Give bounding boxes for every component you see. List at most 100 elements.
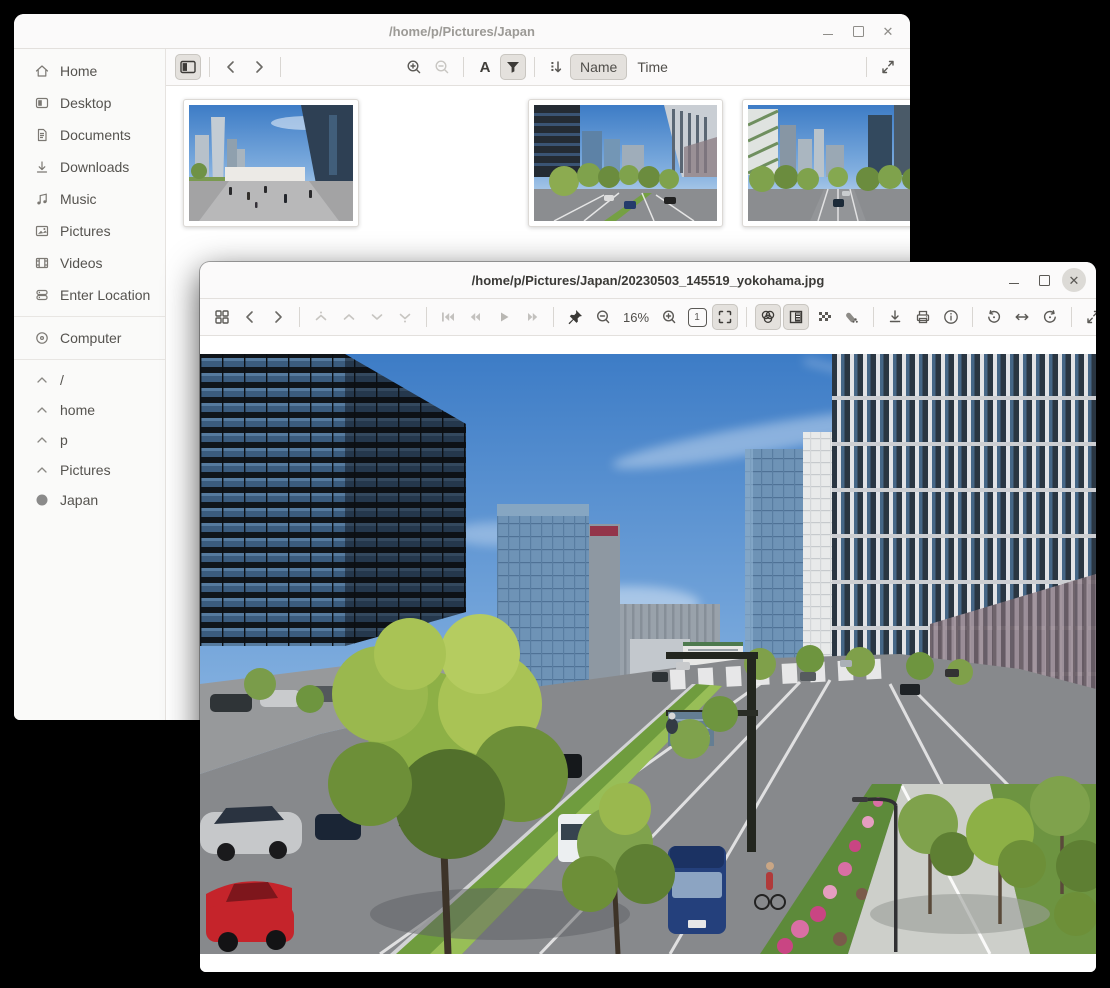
- actual-size-button[interactable]: 1: [684, 304, 710, 330]
- brush-icon: [843, 308, 861, 326]
- tree-item-p[interactable]: p: [14, 425, 165, 455]
- rotate-cw-button[interactable]: [1037, 304, 1063, 330]
- sort-by-time-button[interactable]: Time: [627, 54, 678, 80]
- sidebar-item-home[interactable]: Home: [14, 55, 165, 87]
- thumbnail-card[interactable]: [742, 99, 910, 227]
- chevron-right-icon: [250, 58, 268, 76]
- grid-icon: [213, 308, 231, 326]
- sidebar-item-pictures[interactable]: Pictures: [14, 215, 165, 247]
- fm-titlebar[interactable]: /home/p/Pictures/Japan ✕: [14, 14, 910, 49]
- zoom-out-button[interactable]: [429, 54, 455, 80]
- toolbar-separator: [553, 307, 554, 327]
- sidebar-item-downloads[interactable]: Downloads: [14, 151, 165, 183]
- home-icon: [34, 63, 50, 79]
- sort-order-button[interactable]: [543, 54, 569, 80]
- next-file-button[interactable]: [364, 304, 390, 330]
- next-image-button[interactable]: [265, 304, 291, 330]
- iv-maximize-button[interactable]: [1032, 268, 1056, 292]
- frame-border-button[interactable]: [783, 304, 809, 330]
- rotate-ccw-button[interactable]: [981, 304, 1007, 330]
- iv-toolbar: 16% 1: [200, 299, 1096, 336]
- thumbnail-card[interactable]: [183, 99, 359, 227]
- sidebar-item-computer[interactable]: Computer: [14, 322, 165, 354]
- previous-image-button[interactable]: [237, 304, 263, 330]
- toolbar-separator: [426, 307, 427, 327]
- pin-toolbar-button[interactable]: [562, 304, 588, 330]
- iv-minimize-button[interactable]: [1002, 268, 1026, 292]
- filter-button[interactable]: [500, 54, 526, 80]
- slideshow-play-button[interactable]: [491, 304, 517, 330]
- filter-funnel-icon: [504, 58, 522, 76]
- color-adjust-button[interactable]: [755, 304, 781, 330]
- iv-close-button[interactable]: ✕: [1062, 268, 1086, 292]
- rewind-icon: [467, 308, 485, 326]
- back-button[interactable]: [218, 54, 244, 80]
- toggle-sidebar-button[interactable]: [175, 54, 201, 80]
- sidebar-item-enter-location[interactable]: Enter Location: [14, 279, 165, 311]
- rewind-button[interactable]: [463, 304, 489, 330]
- tree-item-pictures[interactable]: Pictures: [14, 455, 165, 485]
- chevron-up-icon: [340, 308, 358, 326]
- thumbnail-grid-button[interactable]: [209, 304, 235, 330]
- play-icon: [495, 308, 513, 326]
- font-size-button[interactable]: A: [472, 54, 498, 80]
- image-viewer-window: /home/p/Pictures/Japan/20230503_145519_y…: [200, 262, 1096, 972]
- iv-titlebar[interactable]: /home/p/Pictures/Japan/20230503_145519_y…: [200, 262, 1096, 299]
- fm-fullscreen-button[interactable]: [875, 54, 901, 80]
- fast-forward-button[interactable]: [519, 304, 545, 330]
- chevron-up-icon: [34, 402, 50, 418]
- tree-item-root[interactable]: /: [14, 365, 165, 395]
- sidebar-toggle-icon: [179, 58, 197, 76]
- fm-minimize-button[interactable]: [816, 19, 840, 43]
- chevron-up-dot-icon: [312, 308, 330, 326]
- flip-horizontal-button[interactable]: [1009, 304, 1035, 330]
- sidebar-item-desktop[interactable]: Desktop: [14, 87, 165, 119]
- tree-item-japan-current[interactable]: Japan: [14, 485, 165, 515]
- forward-button[interactable]: [246, 54, 272, 80]
- previous-file-button[interactable]: [336, 304, 362, 330]
- print-button[interactable]: [910, 304, 936, 330]
- expand-icon: [1084, 308, 1096, 326]
- first-file-button[interactable]: [308, 304, 334, 330]
- annotate-tools-button[interactable]: [839, 304, 865, 330]
- tree-item-label: p: [60, 432, 68, 448]
- iv-window-controls: ✕: [1002, 262, 1086, 298]
- thumbnail-card[interactable]: [528, 99, 723, 227]
- zoom-in-button[interactable]: [401, 54, 427, 80]
- sidebar-item-documents[interactable]: Documents: [14, 119, 165, 151]
- toolbar-separator: [1071, 307, 1072, 327]
- iv-fullscreen-button[interactable]: [1080, 304, 1096, 330]
- minimize-icon: [1009, 283, 1019, 285]
- sort-descending-icon: [547, 58, 565, 76]
- sidebar-item-label: Home: [60, 63, 97, 79]
- sidebar-item-videos[interactable]: Videos: [14, 247, 165, 279]
- sidebar-item-label: Computer: [60, 330, 121, 346]
- sidebar-item-label: Pictures: [60, 223, 111, 239]
- sidebar-item-label: Music: [60, 191, 97, 207]
- save-download-button[interactable]: [882, 304, 908, 330]
- iv-zoom-in-button[interactable]: [656, 304, 682, 330]
- desktop: { "file_manager": { "title": "/home/p/Pi…: [0, 0, 1110, 988]
- music-icon: [34, 191, 50, 207]
- sidebar-item-music[interactable]: Music: [14, 183, 165, 215]
- fm-close-button[interactable]: ✕: [876, 19, 900, 43]
- toolbar-separator: [972, 307, 973, 327]
- chevron-down-dot-icon: [396, 308, 414, 326]
- download-icon: [886, 308, 904, 326]
- pin-icon: [566, 308, 584, 326]
- fit-window-icon: [716, 308, 734, 326]
- iv-zoom-out-button[interactable]: [590, 304, 616, 330]
- thumbnail-image: [748, 105, 910, 221]
- skip-to-start-button[interactable]: [435, 304, 461, 330]
- sidebar-item-label: Enter Location: [60, 287, 150, 303]
- image-info-button[interactable]: [938, 304, 964, 330]
- fit-to-window-button[interactable]: [712, 304, 738, 330]
- chevron-up-icon: [34, 432, 50, 448]
- transparency-grid-button[interactable]: [811, 304, 837, 330]
- image-icon: [34, 223, 50, 239]
- fm-maximize-button[interactable]: [846, 19, 870, 43]
- last-file-button[interactable]: [392, 304, 418, 330]
- chevron-up-icon: [34, 372, 50, 388]
- sort-by-name-button[interactable]: Name: [570, 54, 627, 80]
- tree-item-home[interactable]: home: [14, 395, 165, 425]
